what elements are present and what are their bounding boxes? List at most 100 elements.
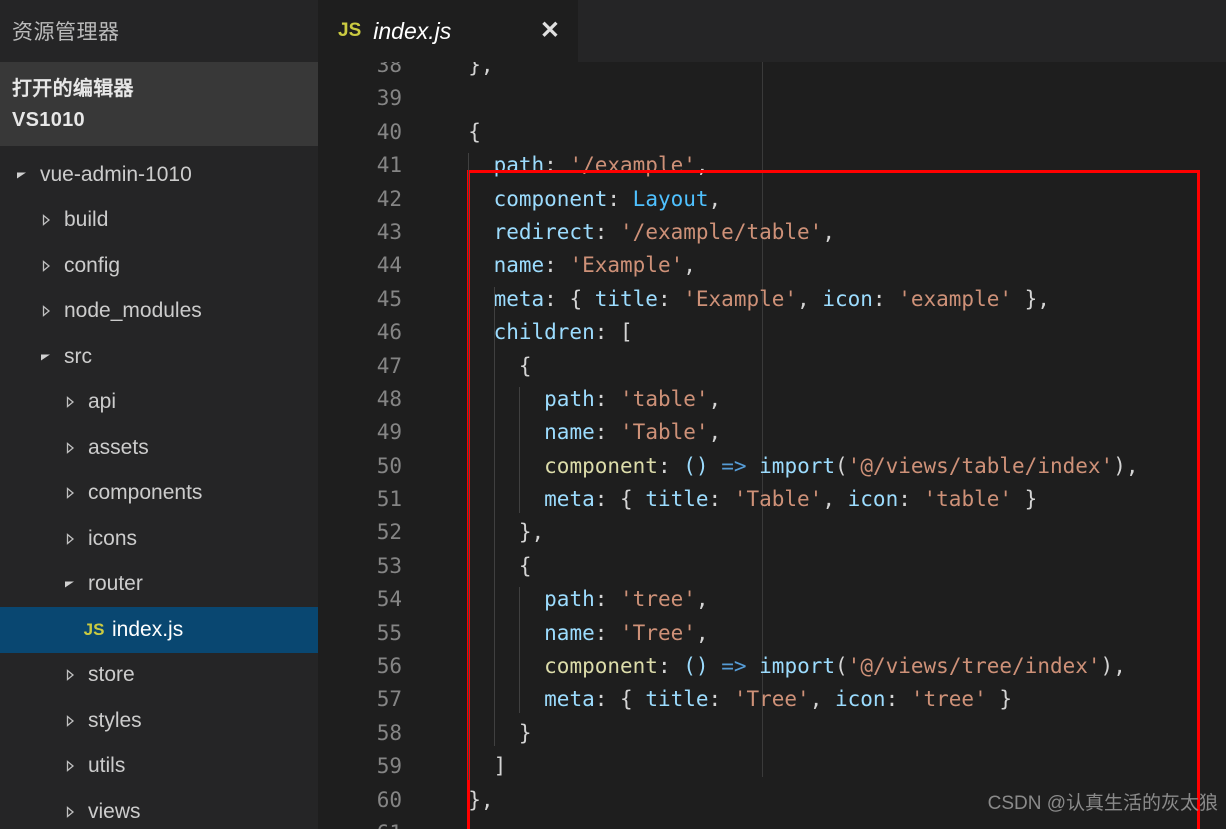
- code-token: ,: [695, 153, 709, 178]
- line-content[interactable]: name: 'Example',: [420, 249, 1226, 282]
- code-token: 'tree': [910, 687, 987, 712]
- tree-item-utils[interactable]: utils: [0, 744, 318, 790]
- code-line: 52 },: [318, 516, 1226, 549]
- code-line: 61: [318, 817, 1226, 829]
- line-content[interactable]: name: 'Table',: [420, 416, 1226, 449]
- line-content[interactable]: meta: { title: 'Table', icon: 'table' }: [420, 483, 1226, 516]
- line-content[interactable]: [420, 817, 1226, 829]
- line-content[interactable]: },: [420, 784, 1226, 817]
- code-line: 51 meta: { title: 'Table', icon: 'table'…: [318, 483, 1226, 516]
- tree-item-router[interactable]: router: [0, 562, 318, 608]
- code-line: 47 {: [318, 350, 1226, 383]
- line-content[interactable]: component: () => import('@/views/tree/in…: [420, 650, 1226, 683]
- tree-item-icons[interactable]: icons: [0, 516, 318, 562]
- code-token: ,: [695, 620, 709, 645]
- line-content[interactable]: children: [: [420, 316, 1226, 349]
- tree-item-src[interactable]: src: [0, 334, 318, 380]
- line-number: 42: [376, 186, 402, 211]
- line-content[interactable]: meta: { title: 'Example', icon: 'example…: [420, 283, 1226, 316]
- line-content[interactable]: {: [420, 550, 1226, 583]
- line-number: 44: [376, 253, 402, 278]
- open-editors-header[interactable]: 打开的编辑器: [0, 68, 318, 105]
- code-token: 'tree': [620, 587, 696, 612]
- tab-index-js[interactable]: JS index.js ✕: [318, 0, 578, 62]
- tree-item-build[interactable]: build: [0, 198, 318, 244]
- code-token: 'Example': [569, 253, 684, 278]
- code-token: :: [657, 286, 684, 311]
- tree-item-views[interactable]: views: [0, 789, 318, 829]
- line-content[interactable]: path: 'table',: [420, 383, 1226, 416]
- line-content[interactable]: name: 'Tree',: [420, 617, 1226, 650]
- close-icon[interactable]: ✕: [540, 19, 560, 43]
- tree-item-node-modules[interactable]: node_modules: [0, 289, 318, 335]
- line-content[interactable]: path: 'tree',: [420, 583, 1226, 616]
- line-number: 51: [376, 487, 402, 512]
- editor-area: JS index.js ✕ 38 }, 39 40 {41 path: '/exam…: [318, 0, 1226, 829]
- line-number: 55: [376, 620, 402, 645]
- chevron-right-icon: [60, 668, 80, 682]
- code-token: component: [544, 654, 658, 679]
- tree-item-assets[interactable]: assets: [0, 425, 318, 471]
- code-token: :: [594, 620, 621, 645]
- line-content[interactable]: [420, 82, 1226, 115]
- line-content[interactable]: component: () => import('@/views/table/i…: [420, 450, 1226, 483]
- tree-item-api[interactable]: api: [0, 380, 318, 426]
- code-line: 40 {: [318, 116, 1226, 149]
- line-number: 49: [376, 420, 402, 445]
- line-content[interactable]: },: [420, 516, 1226, 549]
- code-line: 43 redirect: '/example/table',: [318, 216, 1226, 249]
- chevron-right-icon: [60, 441, 80, 455]
- code-token: import: [759, 654, 836, 679]
- code-token: : [: [594, 320, 633, 345]
- code-lines: 38 }, 39 40 {41 path: '/example', 42 compon…: [318, 62, 1226, 829]
- tree-item-config[interactable]: config: [0, 243, 318, 289]
- code-token: meta: [544, 487, 595, 512]
- code-token: (: [835, 654, 848, 679]
- tree-item-styles[interactable]: styles: [0, 698, 318, 744]
- code-token: ,: [708, 420, 722, 445]
- tree-item-label: assets: [88, 435, 149, 459]
- line-content[interactable]: ]: [420, 750, 1226, 783]
- code-token: },: [443, 520, 545, 545]
- tree-item-index-js[interactable]: JS index.js: [0, 607, 318, 653]
- line-content[interactable]: component: Layout,: [420, 183, 1226, 216]
- line-number: 60: [376, 787, 402, 812]
- code-token: title: [594, 286, 658, 311]
- code-line: 59 ]: [318, 750, 1226, 783]
- code-line: 53 {: [318, 550, 1226, 583]
- code-token: : {: [594, 487, 646, 512]
- chevron-right-icon: [60, 532, 80, 546]
- tree-item-store[interactable]: store: [0, 653, 318, 699]
- line-content[interactable]: },: [420, 62, 1226, 82]
- code-token: : {: [544, 286, 595, 311]
- tree-item-vue-admin-1010[interactable]: vue-admin-1010: [0, 152, 318, 198]
- code-token: :: [594, 386, 621, 411]
- chevron-right-icon: [60, 805, 80, 819]
- line-content[interactable]: }: [420, 717, 1226, 750]
- line-content[interactable]: {: [420, 116, 1226, 149]
- code-token: title: [645, 687, 709, 712]
- code-line: 54 path: 'tree',: [318, 583, 1226, 616]
- line-number: 45: [376, 286, 402, 311]
- tree-item-label: views: [88, 799, 141, 823]
- code-editor[interactable]: 38 }, 39 40 {41 path: '/example', 42 compon…: [318, 62, 1226, 829]
- workspace-name[interactable]: VS1010: [0, 105, 318, 136]
- code-token: ,: [708, 386, 722, 411]
- line-content[interactable]: path: '/example',: [420, 149, 1226, 182]
- code-token: Layout: [632, 186, 709, 211]
- code-line: 46 children: [: [318, 316, 1226, 349]
- line-content[interactable]: redirect: '/example/table',: [420, 216, 1226, 249]
- code-token: ,: [822, 487, 848, 512]
- line-content[interactable]: meta: { title: 'Tree', icon: 'tree' }: [420, 683, 1226, 716]
- line-content[interactable]: {: [420, 350, 1226, 383]
- code-token: },: [1012, 286, 1050, 311]
- tree-item-components[interactable]: components: [0, 471, 318, 517]
